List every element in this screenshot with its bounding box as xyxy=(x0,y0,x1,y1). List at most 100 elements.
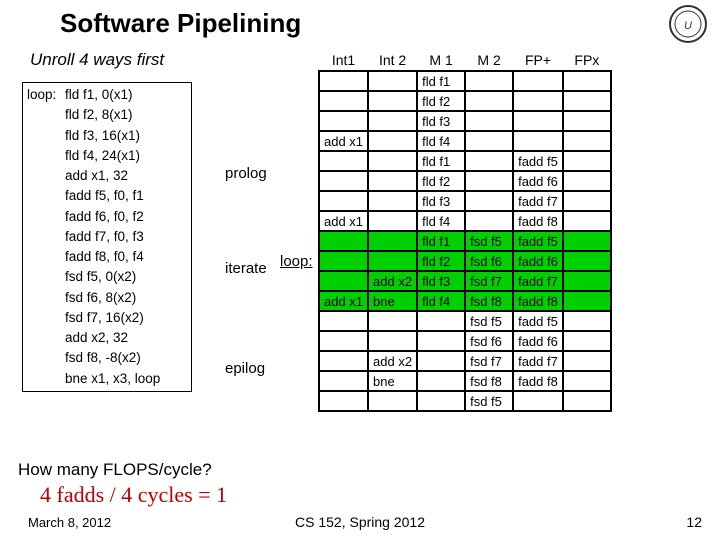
svg-text:U: U xyxy=(684,20,692,32)
cell: fld f3 xyxy=(417,111,465,131)
schedule-table: Int1Int 2M 1M 2FP+FPx fld f1fld f2fld f3… xyxy=(318,52,612,412)
cell xyxy=(563,291,611,311)
cell xyxy=(319,251,368,271)
stage-prolog: prolog xyxy=(225,165,267,182)
cell: bne xyxy=(368,291,417,311)
cell xyxy=(563,251,611,271)
cell: fadd f8 xyxy=(513,371,563,391)
cell xyxy=(513,131,563,151)
table-row: fsd f5 xyxy=(319,391,611,411)
cell xyxy=(368,171,417,191)
question: How many FLOPS/cycle? xyxy=(18,460,212,480)
cell xyxy=(368,111,417,131)
table-row: add x2fsd f7fadd f7 xyxy=(319,351,611,371)
cell: fadd f8 xyxy=(513,291,563,311)
instr: fld f1, 0(x1) xyxy=(65,85,133,105)
answer: 4 fadds / 4 cycles = 1 xyxy=(40,482,227,508)
table-row: fld f3 xyxy=(319,111,611,131)
cell xyxy=(563,351,611,371)
instr: bne x1, x3, loop xyxy=(65,369,160,389)
cell xyxy=(563,91,611,111)
table-row: fld f2 xyxy=(319,91,611,111)
instr: fsd f7, 16(x2) xyxy=(65,308,144,328)
instr: fsd f5, 0(x2) xyxy=(65,267,136,287)
table-row: fld f1fadd f5 xyxy=(319,151,611,171)
instr: add x1, 32 xyxy=(65,166,128,186)
cell xyxy=(417,311,465,331)
cell xyxy=(368,91,417,111)
cell: fadd f8 xyxy=(513,211,563,231)
cell xyxy=(319,151,368,171)
cell: fsd f8 xyxy=(465,371,513,391)
cell: bne xyxy=(368,371,417,391)
cell xyxy=(368,231,417,251)
cell xyxy=(417,351,465,371)
cell xyxy=(319,171,368,191)
cell: fld f2 xyxy=(417,91,465,111)
cell xyxy=(563,311,611,331)
cell: fsd f6 xyxy=(465,331,513,351)
cell xyxy=(513,71,563,91)
cell: fld f3 xyxy=(417,191,465,211)
cell xyxy=(368,391,417,411)
cell xyxy=(319,271,368,291)
cell: fld f1 xyxy=(417,151,465,171)
cell xyxy=(563,271,611,291)
cell xyxy=(465,111,513,131)
cell xyxy=(465,171,513,191)
cell xyxy=(563,391,611,411)
cell: fadd f6 xyxy=(513,331,563,351)
cell: fsd f5 xyxy=(465,231,513,251)
cell xyxy=(319,111,368,131)
cell: fadd f5 xyxy=(513,231,563,251)
cell xyxy=(513,91,563,111)
cell xyxy=(465,71,513,91)
cell: fsd f5 xyxy=(465,311,513,331)
cell: fsd f8 xyxy=(465,291,513,311)
cell xyxy=(563,171,611,191)
cell xyxy=(368,251,417,271)
cell xyxy=(563,151,611,171)
cell xyxy=(368,211,417,231)
cell xyxy=(368,311,417,331)
col-header: FPx xyxy=(563,52,611,71)
cell xyxy=(465,91,513,111)
code-listing: loop:fld f1, 0(x1) fld f2, 8(x1) fld f3,… xyxy=(22,82,192,392)
cell xyxy=(465,151,513,171)
cell xyxy=(563,331,611,351)
cell: fld f4 xyxy=(417,211,465,231)
cell xyxy=(563,231,611,251)
cell: fadd f6 xyxy=(513,171,563,191)
table-row: add x1fld f4fadd f8 xyxy=(319,211,611,231)
instr: fadd f8, f0, f4 xyxy=(65,247,144,267)
table-row: add x2fld f3fsd f7fadd f7 xyxy=(319,271,611,291)
instr: fld f3, 16(x1) xyxy=(65,126,140,146)
cell: fsd f7 xyxy=(465,271,513,291)
col-header: M 2 xyxy=(465,52,513,71)
cell: add x1 xyxy=(319,291,368,311)
slide-title: Software Pipelining xyxy=(60,8,301,39)
table-row: fld f2fsd f6fadd f6 xyxy=(319,251,611,271)
table-row: add x1bnefld f4fsd f8fadd f8 xyxy=(319,291,611,311)
cell xyxy=(319,231,368,251)
cell: add x1 xyxy=(319,131,368,151)
cell xyxy=(319,311,368,331)
subtitle: Unroll 4 ways first xyxy=(30,50,164,70)
table-row: add x1 fld f4 xyxy=(319,131,611,151)
cell xyxy=(319,91,368,111)
cell: fld f4 xyxy=(417,131,465,151)
cell: fld f4 xyxy=(417,291,465,311)
cell xyxy=(319,71,368,91)
col-header: Int 2 xyxy=(368,52,417,71)
cell: fld f3 xyxy=(417,271,465,291)
instr: fld f2, 8(x1) xyxy=(65,105,133,125)
cell xyxy=(563,131,611,151)
cell xyxy=(319,351,368,371)
cell xyxy=(319,391,368,411)
cell xyxy=(319,331,368,351)
cell: fsd f7 xyxy=(465,351,513,371)
cell xyxy=(368,331,417,351)
cell xyxy=(417,331,465,351)
cell: fadd f7 xyxy=(513,191,563,211)
loop-label: loop: xyxy=(27,85,65,105)
